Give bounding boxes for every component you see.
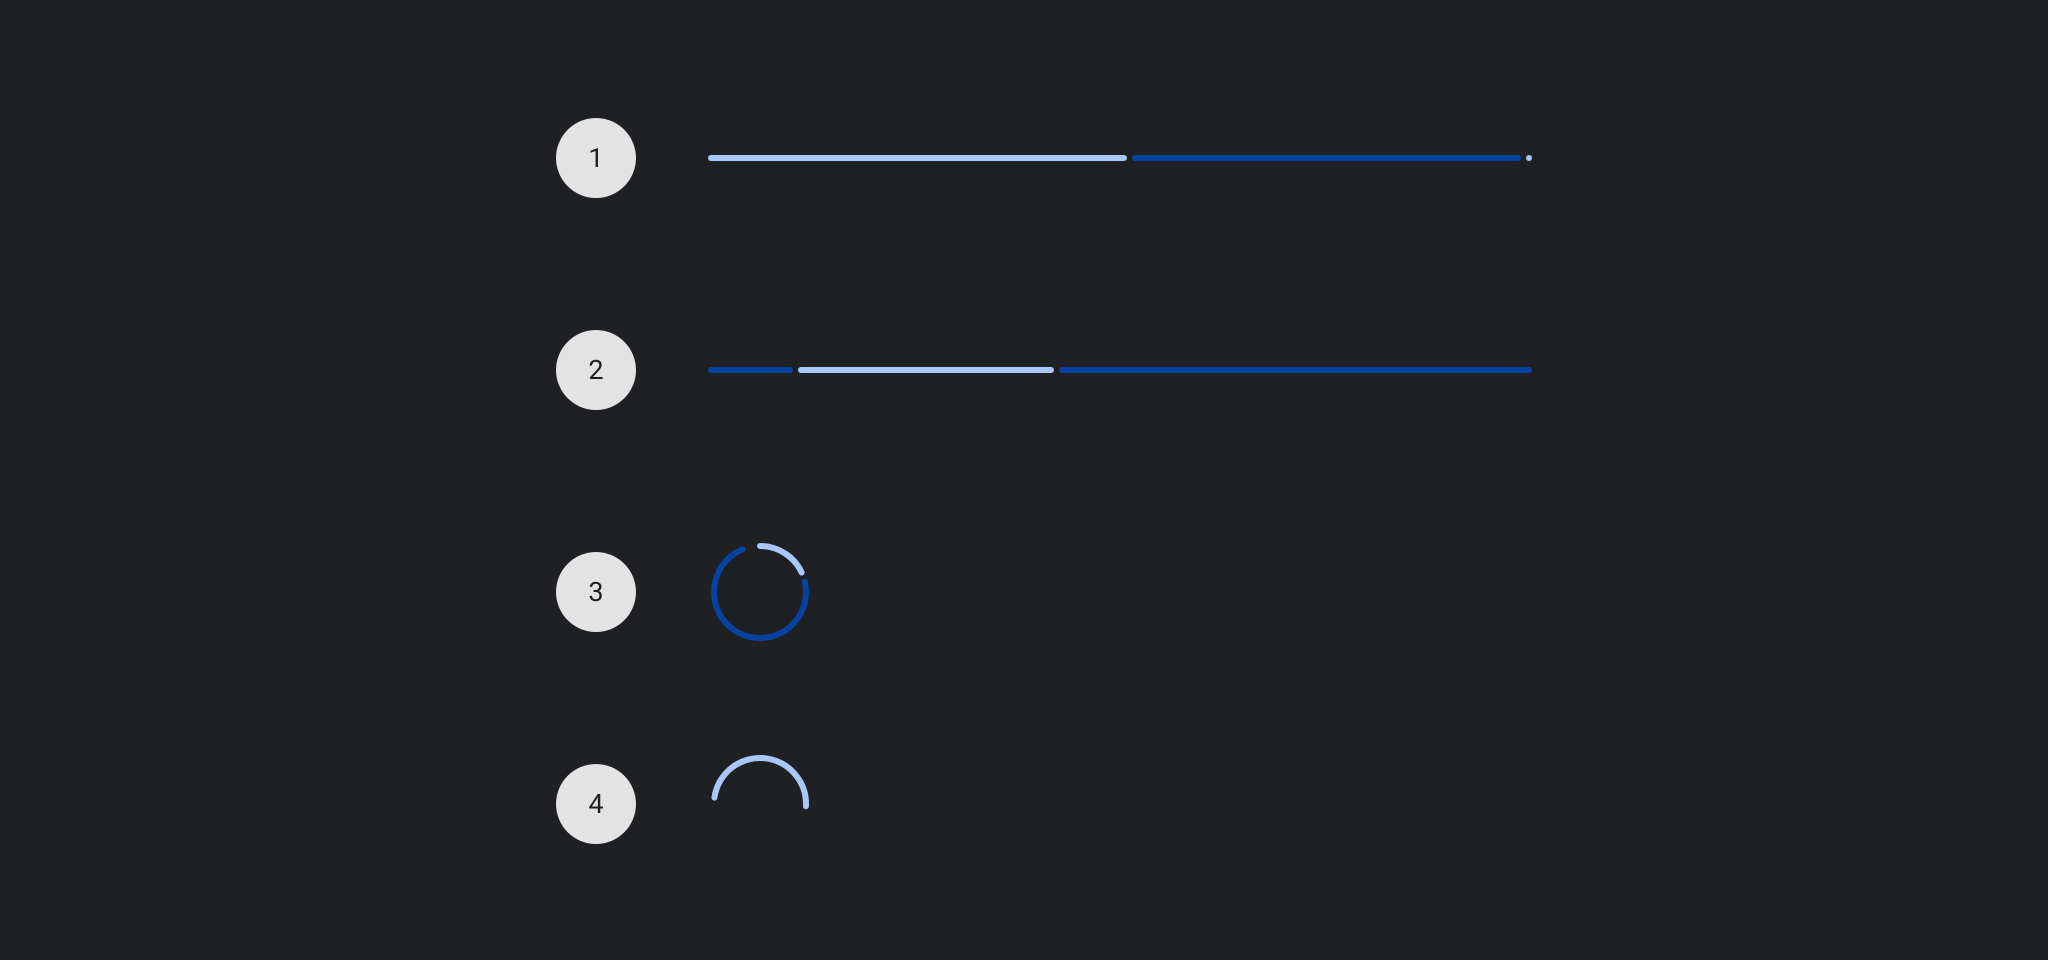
spinner-icon bbox=[708, 540, 812, 644]
circular-determinate-progress bbox=[708, 540, 812, 644]
progress-stop-dot-icon bbox=[1526, 155, 1532, 161]
progress-track-segment bbox=[1132, 155, 1521, 161]
progress-indicators-demo: 1 2 3 bbox=[0, 0, 2048, 854]
linear-indeterminate-row: 2 bbox=[556, 330, 2048, 410]
linear-determinate-progress bbox=[708, 155, 1532, 161]
circular-indeterminate-progress bbox=[708, 752, 812, 856]
item-badge: 3 bbox=[556, 552, 636, 632]
item-badge: 2 bbox=[556, 330, 636, 410]
badge-label: 3 bbox=[588, 576, 603, 608]
badge-label: 1 bbox=[588, 142, 603, 174]
circular-determinate-row: 3 bbox=[556, 542, 2048, 642]
item-badge: 4 bbox=[556, 764, 636, 844]
badge-label: 2 bbox=[588, 354, 603, 386]
badge-label: 4 bbox=[588, 788, 603, 820]
spinner-icon bbox=[708, 752, 812, 856]
progress-track-segment bbox=[1059, 367, 1532, 373]
linear-indeterminate-progress bbox=[708, 367, 1532, 373]
progress-active-segment bbox=[708, 155, 1127, 161]
progress-active-segment bbox=[798, 367, 1054, 373]
linear-determinate-row: 1 bbox=[556, 118, 2048, 198]
circular-indeterminate-row: 4 bbox=[556, 754, 2048, 854]
item-badge: 1 bbox=[556, 118, 636, 198]
progress-track-segment bbox=[708, 367, 793, 373]
